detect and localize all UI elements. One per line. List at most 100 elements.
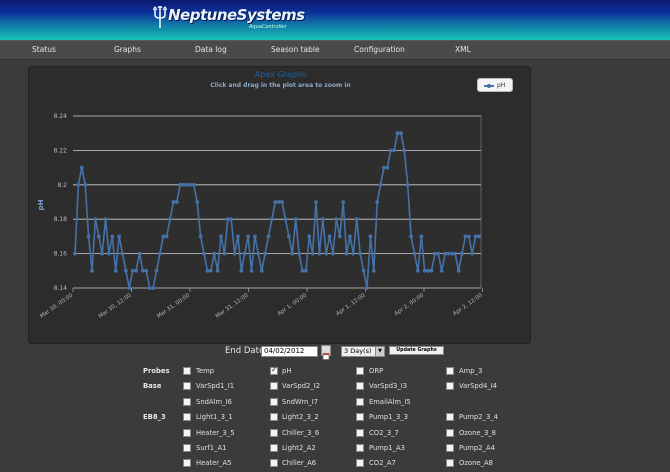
ph-data-point [198, 234, 203, 239]
ph-data-point [113, 268, 118, 273]
ph-data-point [426, 268, 430, 273]
checkbox-heater-a5[interactable] [183, 459, 191, 467]
checkbox-pump1-a3[interactable] [356, 444, 364, 452]
checkbox-label: CO2_3_7 [369, 429, 399, 437]
nav-graphs[interactable]: Graphs [114, 45, 141, 54]
chart-legend[interactable]: pH [477, 78, 513, 92]
ph-data-point [86, 234, 91, 239]
ph-data-point [110, 234, 115, 239]
ph-chart[interactable]: 8.14 8.16 8.18 8.2 8.22 8.24 pH Mar 30, 00:00 Ma… [29, 67, 532, 345]
checkbox-label: Heater_A5 [196, 459, 232, 467]
checkbox-orp[interactable] [356, 367, 364, 375]
range-select[interactable]: 3 Day(s) ▼ [341, 346, 385, 357]
checkbox-label: Light2_A2 [282, 444, 316, 452]
checkbox-amp-3[interactable] [446, 367, 454, 375]
checkbox-varspd1[interactable] [183, 382, 191, 390]
end-date-input[interactable]: 04/02/2012 [261, 346, 318, 357]
checkbox-label: ORP [369, 367, 384, 375]
ph-data-point [93, 217, 98, 222]
ph-data-point [385, 165, 390, 170]
ph-data-point [100, 251, 105, 256]
checkbox-pump1-3-3[interactable] [356, 413, 364, 421]
checkbox-varspd2[interactable] [270, 382, 278, 390]
y-tick-label: 8.16 [54, 251, 68, 258]
ph-data-point [137, 251, 142, 256]
checkbox-label: Chiller_3_6 [282, 429, 320, 437]
nav-data-log[interactable]: Data log [195, 45, 227, 54]
ph-data-point [157, 251, 162, 256]
ph-data-point [117, 234, 122, 239]
ph-data-point [130, 268, 135, 273]
ph-data-point [290, 251, 295, 256]
checkbox-surf1-a1[interactable] [183, 444, 191, 452]
y-axis-label: pH [37, 199, 45, 210]
x-tick-label: Mar 31, 00:00 [156, 292, 191, 319]
checkbox-pump2-a4[interactable] [446, 444, 454, 452]
checkbox-emailalm[interactable] [356, 398, 364, 406]
ph-data-point [341, 200, 346, 204]
eb8-group-label: EB8_3 [143, 413, 166, 421]
checkbox-sndwrn[interactable] [270, 398, 278, 406]
ph-data-point [280, 200, 284, 204]
calendar-button[interactable] [321, 345, 331, 360]
checkbox-ozone-a8[interactable] [446, 459, 454, 467]
checkbox-ozone-3-8[interactable] [446, 429, 454, 437]
checkbox-chiller-a6[interactable] [270, 459, 278, 467]
nav-status[interactable]: Status [32, 45, 56, 54]
checkbox-varspd4[interactable] [446, 382, 454, 390]
header-banner: NeptuneSystems AquaController [0, 0, 670, 40]
neptune-logo[interactable]: NeptuneSystems AquaController [152, 3, 305, 34]
ph-data-point [337, 234, 342, 239]
checkbox-co2-3-7[interactable] [356, 429, 364, 437]
checkbox-label: VarSpd2_I2 [282, 382, 321, 390]
graph-controls: End Date 04/02/2012 3 Day(s) ▼ Update Gr… [0, 345, 670, 360]
checkbox-ph[interactable] [270, 365, 278, 375]
ph-data-point [456, 268, 461, 273]
ph-data-point [303, 268, 308, 273]
main-nav: Status Graphs Data log Season table Conf… [0, 40, 670, 60]
checkbox-temp[interactable] [183, 367, 191, 375]
ph-data-point [286, 234, 291, 239]
checkbox-chiller-3-6[interactable] [270, 429, 278, 437]
checkbox-label: Pump1_A3 [369, 444, 405, 452]
checkbox-light2-3-2[interactable] [270, 413, 278, 421]
checkbox-sndalm[interactable] [183, 398, 191, 406]
nav-season-table[interactable]: Season table [271, 45, 320, 54]
ph-data-point [134, 268, 139, 273]
ph-data-point [161, 234, 166, 239]
ph-data-point [432, 251, 437, 256]
ph-data-point [297, 251, 301, 256]
checkbox-label: Light1_3_1 [196, 413, 233, 421]
ph-data-point [300, 268, 305, 273]
checkbox-varspd3[interactable] [356, 382, 364, 390]
end-date-label: End Date [225, 346, 265, 356]
x-tick-label: Apr 2, 12:00 [452, 292, 484, 317]
ph-data-point [354, 217, 359, 222]
checkbox-pump2-3-4[interactable] [446, 413, 454, 421]
ph-data-point [147, 286, 152, 290]
checkbox-light1-3-1[interactable] [183, 413, 191, 421]
ph-data-point [151, 286, 155, 290]
nav-xml[interactable]: XML [455, 45, 471, 54]
nav-configuration[interactable]: Configuration [354, 45, 405, 54]
ph-data-point [331, 251, 335, 256]
ph-data-point [83, 182, 88, 187]
trident-icon [152, 3, 168, 28]
y-tick-label: 8.22 [54, 147, 68, 154]
checkbox-light2-a2[interactable] [270, 444, 278, 452]
checkbox-co2-a7[interactable] [356, 459, 364, 467]
checkbox-label: EmailAlm_I5 [369, 398, 411, 406]
update-graphs-button[interactable]: Update Graphs [389, 346, 444, 355]
checkbox-label: Temp [196, 367, 215, 375]
ph-data-point [215, 268, 220, 273]
ph-data-point [395, 131, 400, 136]
ph-data-point [276, 200, 281, 204]
ph-data-point [202, 251, 206, 256]
ph-data-point [293, 217, 298, 222]
ph-data-point [266, 234, 271, 239]
ph-data-point [358, 251, 363, 256]
checkbox-label: Heater_3_5 [196, 429, 235, 437]
checkbox-heater-3-5[interactable] [183, 429, 191, 437]
x-tick-label: Mar 31, 12:00 [215, 292, 250, 319]
ph-data-point [314, 200, 318, 204]
